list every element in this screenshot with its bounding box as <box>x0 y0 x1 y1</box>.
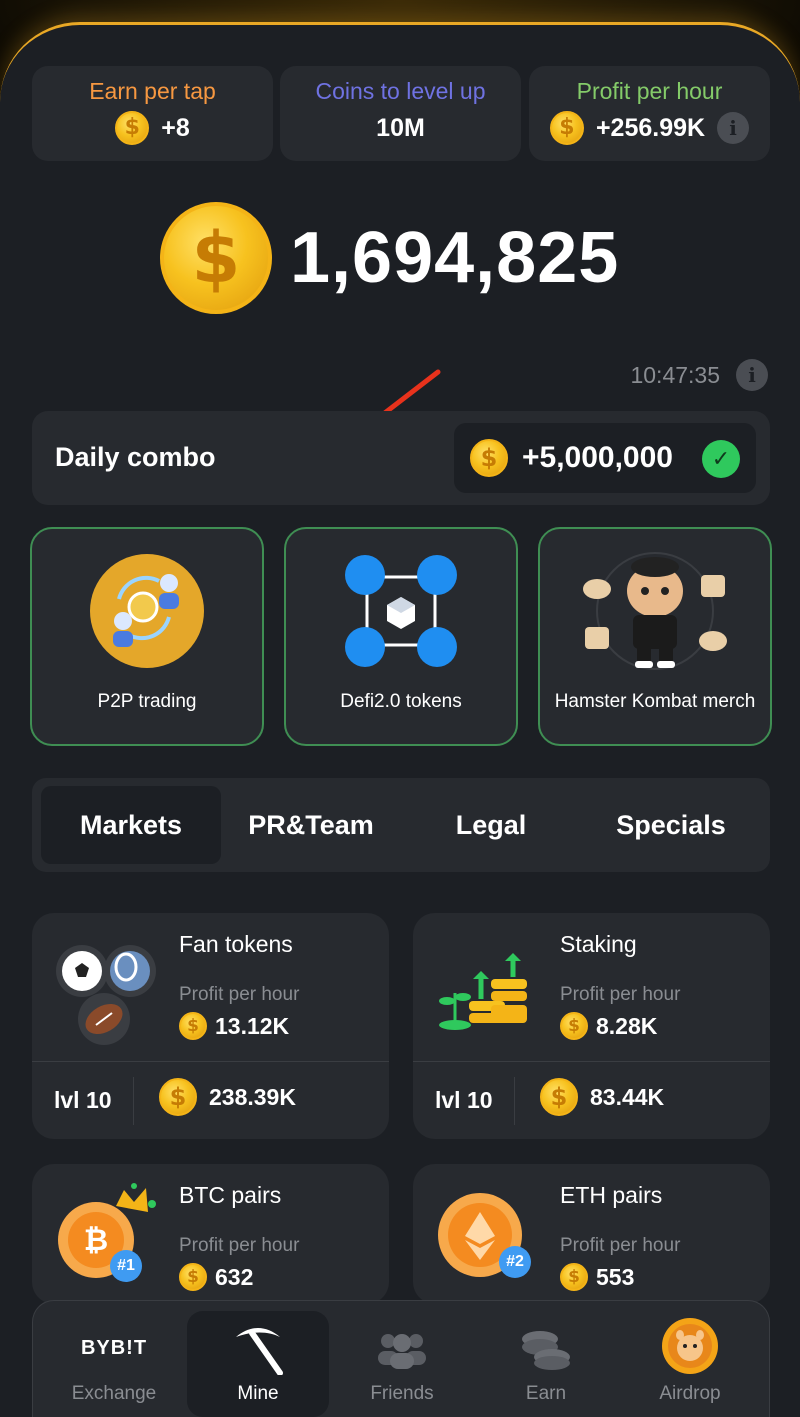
balance: $ 1,694,825 <box>160 202 619 314</box>
stat-label: Coins to level up <box>315 78 486 104</box>
combo-card-merch[interactable]: Hamster Kombat merch <box>538 527 772 746</box>
profit-label: Profit per hour <box>560 1235 681 1256</box>
rank-badge: #1 <box>110 1250 142 1282</box>
divider <box>32 1061 389 1062</box>
combo-card-p2p[interactable]: P2P trading <box>30 527 264 746</box>
coin-icon: $ <box>159 1078 197 1116</box>
coins-icon <box>522 1331 570 1370</box>
balance-amount: 1,694,825 <box>290 218 620 298</box>
bottom-nav: BYB!T Exchange Mine Friends Earn Airdrop <box>32 1300 770 1417</box>
stat-coins-to-level-up: Coins to level up 10M <box>280 66 521 161</box>
divider <box>133 1077 134 1125</box>
market-card-staking[interactable]: Staking Profit per hour $8.28K lvl 10 $8… <box>413 913 770 1139</box>
card-label: P2P trading <box>97 691 197 712</box>
combo-timer: 10:47:35 i <box>630 359 768 391</box>
combo-title: Daily combo <box>55 442 216 472</box>
stat-value: 10M <box>376 113 425 142</box>
nav-label: Earn <box>525 1383 567 1404</box>
profit-value: 8.28K <box>596 1012 658 1039</box>
coin-icon: $ <box>179 1012 207 1040</box>
svg-text:₿: ₿ <box>84 1224 108 1257</box>
category-tabs: Markets PR&Team Legal Specials <box>32 778 770 872</box>
tab-legal[interactable]: Legal <box>401 786 581 864</box>
info-icon[interactable]: i <box>736 359 768 391</box>
combo-reward-amount: +5,000,000 <box>522 441 673 474</box>
combo-card-defi[interactable]: Defi2.0 tokens <box>284 527 518 746</box>
market-name: BTC pairs <box>179 1182 282 1208</box>
coin-icon: $ <box>540 1078 578 1116</box>
coin-icon: $ <box>549 111 584 145</box>
stat-value: +256.99K <box>595 113 706 142</box>
profit-value: 632 <box>215 1263 254 1290</box>
tab-specials[interactable]: Specials <box>581 786 761 864</box>
nav-friends[interactable]: Friends <box>331 1311 473 1417</box>
stat-label: Profit per hour <box>576 78 723 104</box>
profit-value: 13.12K <box>215 1012 290 1039</box>
tab-pr-team[interactable]: PR&Team <box>221 786 401 864</box>
hamster-merch-icon <box>583 552 727 670</box>
daily-combo[interactable]: Daily combo $ +5,000,000 ✓ <box>32 411 770 505</box>
pickaxe-icon <box>236 1328 283 1375</box>
nav-label: Airdrop <box>659 1383 721 1404</box>
card-label: Defi2.0 tokens <box>340 691 462 712</box>
market-name: ETH pairs <box>560 1182 663 1208</box>
market-name: Fan tokens <box>179 931 293 957</box>
timer-text: 10:47:35 <box>630 361 720 388</box>
rank-badge: #2 <box>499 1246 531 1278</box>
nav-label: Mine <box>237 1383 279 1404</box>
divider <box>413 1061 770 1062</box>
divider <box>514 1077 515 1125</box>
upgrade-cost: 238.39K <box>209 1083 296 1110</box>
profit-label: Profit per hour <box>179 1235 300 1256</box>
fan-tokens-icon <box>56 945 156 1045</box>
coin-icon: $ <box>560 1263 588 1291</box>
defi-tokens-icon <box>345 555 457 667</box>
friends-icon <box>378 1334 426 1369</box>
market-card-btc-pairs[interactable]: ₿ #1 BTC pairs Profit per hour $632 <box>32 1164 389 1304</box>
stat-profit-per-hour[interactable]: Profit per hour $ +256.99K i <box>529 66 770 161</box>
market-level: lvl 10 <box>435 1087 493 1113</box>
coin-icon: $ <box>115 111 150 145</box>
market-name: Staking <box>560 931 637 957</box>
coin-icon: $ <box>179 1263 207 1291</box>
nav-airdrop[interactable]: Airdrop <box>619 1311 761 1417</box>
card-label: Hamster Kombat merch <box>554 691 756 712</box>
stat-label: Earn per tap <box>89 78 216 104</box>
nav-label: Exchange <box>71 1383 157 1404</box>
btc-pairs-icon: ₿ <box>58 1183 156 1278</box>
profit-label: Profit per hour <box>179 984 300 1005</box>
info-icon[interactable]: i <box>717 112 750 144</box>
big-coin-icon: $ <box>160 202 272 314</box>
nav-label: Friends <box>370 1383 434 1404</box>
check-icon: ✓ <box>702 440 740 478</box>
bybit-logo: BYB!T <box>80 1337 148 1359</box>
hamster-coin-icon <box>662 1318 718 1374</box>
stat-earn-per-tap: Earn per tap $ +8 <box>32 66 273 161</box>
nav-mine[interactable]: Mine <box>187 1311 329 1417</box>
coin-icon: $ <box>470 439 508 477</box>
nav-earn[interactable]: Earn <box>475 1311 617 1417</box>
market-card-fan-tokens[interactable]: Fan tokens Profit per hour $13.12K lvl 1… <box>32 913 389 1139</box>
staking-icon <box>439 953 527 1030</box>
profit-value: 553 <box>596 1263 635 1290</box>
nav-exchange[interactable]: BYB!T Exchange <box>43 1311 185 1417</box>
stat-value: +8 <box>161 113 190 142</box>
market-level: lvl 10 <box>54 1087 112 1113</box>
coin-icon: $ <box>560 1012 588 1040</box>
upgrade-cost: 83.44K <box>590 1083 665 1110</box>
profit-label: Profit per hour <box>560 984 681 1005</box>
p2p-trading-icon <box>90 554 204 668</box>
market-card-eth-pairs[interactable]: #2 ETH pairs Profit per hour $553 <box>413 1164 770 1304</box>
combo-reward: $ +5,000,000 ✓ <box>454 423 756 493</box>
tab-markets[interactable]: Markets <box>41 786 221 864</box>
